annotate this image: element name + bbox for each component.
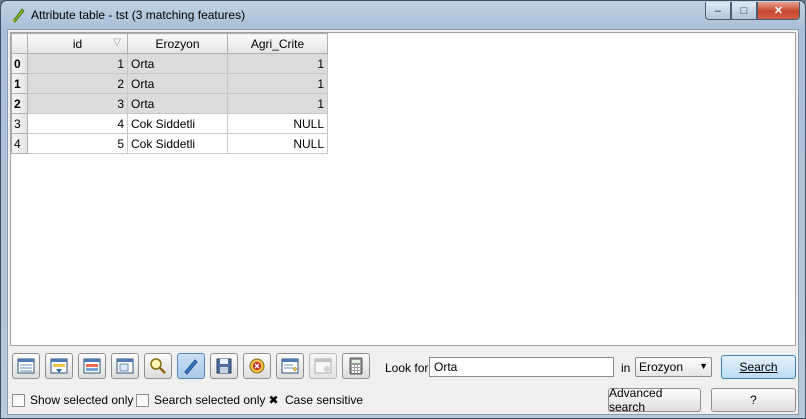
field-calculator-icon — [349, 357, 363, 375]
look-for-label: Look for — [385, 361, 429, 375]
check-icon: ✖ — [268, 393, 279, 407]
attribute-table: id ▽ Erozyon Agri_Crite 0 1 Orta 1 1 2 O… — [11, 33, 328, 154]
case-sensitive-option[interactable]: ✖ Case sensitive — [267, 393, 363, 407]
close-icon: ✕ — [773, 5, 784, 17]
cell-id[interactable]: 2 — [27, 73, 128, 94]
search-field-select[interactable]: Erozyon ▼ — [635, 357, 712, 377]
column-header-label: Erozyon — [155, 36, 200, 51]
row-header[interactable]: 4 — [11, 133, 28, 154]
selected-field: Erozyon — [639, 360, 684, 374]
cell-agri-crite[interactable]: 1 — [227, 73, 328, 94]
column-header-agri-crite[interactable]: Agri_Crite — [227, 33, 328, 54]
row-header[interactable]: 2 — [11, 93, 28, 114]
case-sensitive-checkbox[interactable]: ✖ — [267, 394, 280, 407]
table-row[interactable]: 0 1 Orta 1 — [11, 53, 328, 74]
show-selected-only-checkbox[interactable] — [12, 393, 25, 407]
cell-id[interactable]: 3 — [27, 93, 128, 114]
help-button[interactable]: ? — [711, 388, 796, 412]
advanced-search-button[interactable]: Advanced search — [608, 386, 701, 414]
row-header[interactable]: 3 — [11, 113, 28, 134]
field-calculator-button[interactable] — [342, 353, 370, 379]
toggle-editing-button[interactable] — [177, 353, 205, 379]
chevron-down-icon: ▼ — [699, 361, 708, 371]
cell-id[interactable]: 5 — [27, 133, 128, 154]
remove-selection-button[interactable] — [12, 353, 40, 379]
row-header[interactable]: 1 — [11, 73, 28, 94]
column-header-label: id — [72, 36, 83, 51]
minimize-button[interactable]: – — [705, 2, 731, 20]
checkbox-label: Show selected only — [30, 393, 134, 407]
save-edits-icon — [216, 358, 232, 374]
in-label: in — [621, 361, 631, 375]
toggle-editing-icon — [184, 359, 198, 375]
move-selection-to-top-button[interactable] — [45, 353, 73, 379]
cell-agri-crite[interactable]: 1 — [227, 93, 328, 114]
attribute-grid[interactable]: id ▽ Erozyon Agri_Crite 0 1 Orta 1 1 2 O… — [10, 32, 796, 346]
zoom-to-selection-icon — [150, 358, 166, 374]
new-column-button[interactable] — [276, 353, 304, 379]
maximize-button[interactable]: □ — [731, 2, 757, 20]
qgis-app-icon — [12, 8, 25, 23]
cell-agri-crite[interactable]: NULL — [227, 113, 328, 134]
cell-agri-crite[interactable]: 1 — [227, 53, 328, 74]
row-header[interactable]: 0 — [11, 53, 28, 74]
search-input[interactable] — [429, 357, 614, 377]
delete-column-icon — [314, 358, 332, 374]
attribute-table-window: Attribute table - tst (3 matching featur… — [0, 0, 806, 419]
table-row[interactable]: 3 4 Cok Siddetli NULL — [11, 113, 328, 134]
sort-descending-icon: ▽ — [113, 37, 121, 48]
cell-erozyon[interactable]: Orta — [127, 53, 228, 74]
delete-selected-button[interactable] — [243, 353, 271, 379]
show-selected-only-option[interactable]: Show selected only — [12, 393, 133, 407]
dialog-client-area: id ▽ Erozyon Agri_Crite 0 1 Orta 1 1 2 O… — [7, 29, 799, 415]
search-selected-only-option[interactable]: Search selected only — [136, 393, 265, 407]
minimize-icon: – — [714, 4, 722, 17]
cell-erozyon[interactable]: Cok Siddetli — [127, 113, 228, 134]
cell-agri-crite[interactable]: NULL — [227, 133, 328, 154]
window-title: Attribute table - tst (3 matching featur… — [31, 8, 246, 22]
column-header-id[interactable]: id ▽ — [27, 33, 128, 54]
search-button[interactable]: Search — [721, 355, 796, 379]
cell-id[interactable]: 4 — [27, 113, 128, 134]
delete-column-button[interactable] — [309, 353, 337, 379]
table-row[interactable]: 1 2 Orta 1 — [11, 73, 328, 94]
maximize-icon: □ — [740, 4, 748, 17]
cell-id[interactable]: 1 — [27, 53, 128, 74]
cell-erozyon[interactable]: Orta — [127, 73, 228, 94]
copy-selected-rows-icon — [116, 358, 134, 374]
new-column-icon — [281, 358, 299, 374]
table-row[interactable]: 2 3 Orta 1 — [11, 93, 328, 114]
column-header-erozyon[interactable]: Erozyon — [127, 33, 228, 54]
table-row[interactable]: 4 5 Cok Siddetli NULL — [11, 133, 328, 154]
remove-selection-icon — [17, 358, 35, 374]
checkbox-label: Case sensitive — [285, 393, 364, 407]
title-bar[interactable]: Attribute table - tst (3 matching featur… — [1, 1, 805, 29]
window-controls: – □ ✕ — [705, 2, 800, 20]
attribute-toolbar — [12, 352, 375, 380]
close-button[interactable]: ✕ — [757, 2, 800, 20]
save-edits-button[interactable] — [210, 353, 238, 379]
checkbox-label: Search selected only — [154, 393, 266, 407]
move-selection-to-top-icon — [50, 358, 68, 374]
table-corner[interactable] — [11, 33, 28, 54]
search-selected-only-checkbox[interactable] — [136, 393, 149, 407]
zoom-to-selection-button[interactable] — [144, 353, 172, 379]
copy-selected-rows-button[interactable] — [111, 353, 139, 379]
column-header-label: Agri_Crite — [250, 36, 305, 51]
cell-erozyon[interactable]: Orta — [127, 93, 228, 114]
invert-selection-button[interactable] — [78, 353, 106, 379]
cell-erozyon[interactable]: Cok Siddetli — [127, 133, 228, 154]
invert-selection-icon — [83, 358, 101, 374]
delete-selected-icon — [249, 358, 265, 374]
